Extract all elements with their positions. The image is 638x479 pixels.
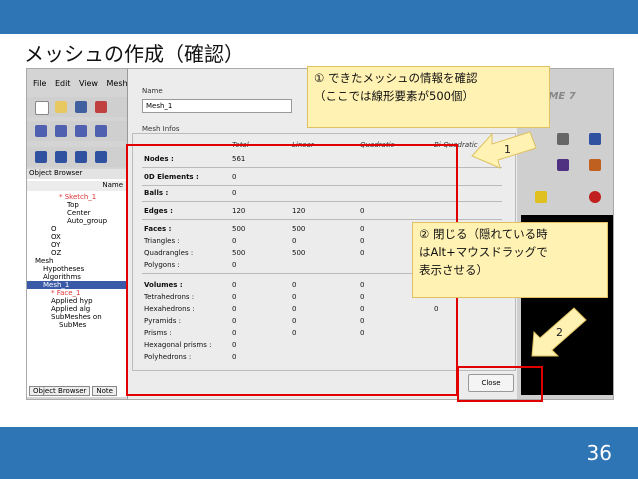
slide-footer-bar: 36 [0,427,638,479]
new-file-icon[interactable] [35,101,49,115]
close-document-icon[interactable] [95,101,107,113]
edit-tool-icon[interactable] [95,125,107,137]
compute-tool-icon[interactable] [75,125,87,137]
record-icon[interactable] [589,191,601,203]
tree-item[interactable]: Applied alg [27,305,127,313]
viewer-frame-icon[interactable] [535,191,547,203]
tree-item[interactable]: Algorithms [27,273,127,281]
object-browser-tabs: Object Browser Note [29,386,119,396]
submesh-tool-icon[interactable] [55,125,67,137]
file-toolbar [27,97,127,117]
tree-item[interactable]: O [27,225,127,233]
arrow-1-label: 1 [504,143,511,156]
callout-mesh-info: ① できたメッシュの情報を確認 （ここでは線形要素が500個） [307,66,550,128]
object-browser-title: Object Browser [27,169,127,179]
sphere-tool-icon[interactable] [589,159,601,171]
slide-header-bar [0,0,638,34]
save-icon[interactable] [75,101,87,113]
tree-item[interactable]: OZ [27,249,127,257]
callout-2-line-1: ② 閉じる（隠れている時 [419,227,548,241]
name-column-header[interactable]: Name [27,181,127,191]
menu-bar: File Edit View Mesh [27,79,128,93]
tree-item[interactable]: Top [27,201,127,209]
highlight-mesh-infos [126,144,458,396]
slide-title: メッシュの作成（確認） [24,42,244,66]
tab-notebook[interactable]: Note [92,386,117,396]
name-label: Name [142,87,163,95]
tree-item[interactable]: Applied hyp [27,297,127,305]
tree-item[interactable]: Auto_group [27,217,127,225]
mesh-tool-icon[interactable] [35,125,47,137]
tab-object-browser[interactable]: Object Browser [29,386,91,396]
callout-close: ② 閉じる（隠れている時 はAlt+マウスドラッグで 表示させる） [412,222,608,298]
arrow-1-icon: 1 [471,131,537,169]
info-tool-icon[interactable] [95,151,107,163]
menu-file[interactable]: File [33,79,46,88]
mesh-infos-label: Mesh Infos [142,125,180,133]
filter-tool-icon[interactable] [55,151,67,163]
menu-mesh[interactable]: Mesh [107,79,128,88]
group-tool-icon[interactable] [75,151,87,163]
tree-item[interactable]: Mesh_1 [27,281,127,289]
tree-item[interactable]: OX [27,233,127,241]
tree-item[interactable]: OY [27,241,127,249]
tree-item[interactable]: SubMes [27,321,127,329]
object-tree: * Sketch_1 Top Center Auto_group O OX OY OZ Mesh… [27,193,127,329]
callout-2-line-3: 表示させる） [419,263,488,277]
arrow-2-icon: 2 [531,307,587,357]
mesh-toolbar [27,121,127,141]
name-field[interactable]: Mesh_1 [142,99,292,113]
callout-1-line-2: （ここでは線形要素が500個） [314,89,474,103]
tree-item[interactable]: Center [27,209,127,217]
arrow-2-label: 2 [556,326,563,339]
measure-tool-icon[interactable] [557,133,569,145]
highlight-close-button [457,366,543,402]
selection-tool-icon[interactable] [35,151,47,163]
open-folder-icon[interactable] [55,101,67,113]
tree-item[interactable]: Mesh [27,257,127,265]
page-number: 36 [586,441,612,465]
tree-item[interactable]: SubMeshes on [27,313,127,321]
tree-item[interactable]: Hypotheses [27,265,127,273]
menu-edit[interactable]: Edit [55,79,71,88]
menu-view[interactable]: View [79,79,98,88]
transform-tool-icon[interactable] [557,159,569,171]
tree-item[interactable]: * Face_1 [27,289,127,297]
pen-tool-icon[interactable] [589,133,601,145]
callout-1-line-1: ① できたメッシュの情報を確認 [314,71,478,85]
tree-item[interactable]: * Sketch_1 [27,193,127,201]
object-browser-panel: Object Browser Name * Sketch_1 Top Center A… [27,169,128,397]
selection-toolbar [27,147,127,167]
callout-2-line-2: はAlt+マウスドラッグで [419,245,548,259]
